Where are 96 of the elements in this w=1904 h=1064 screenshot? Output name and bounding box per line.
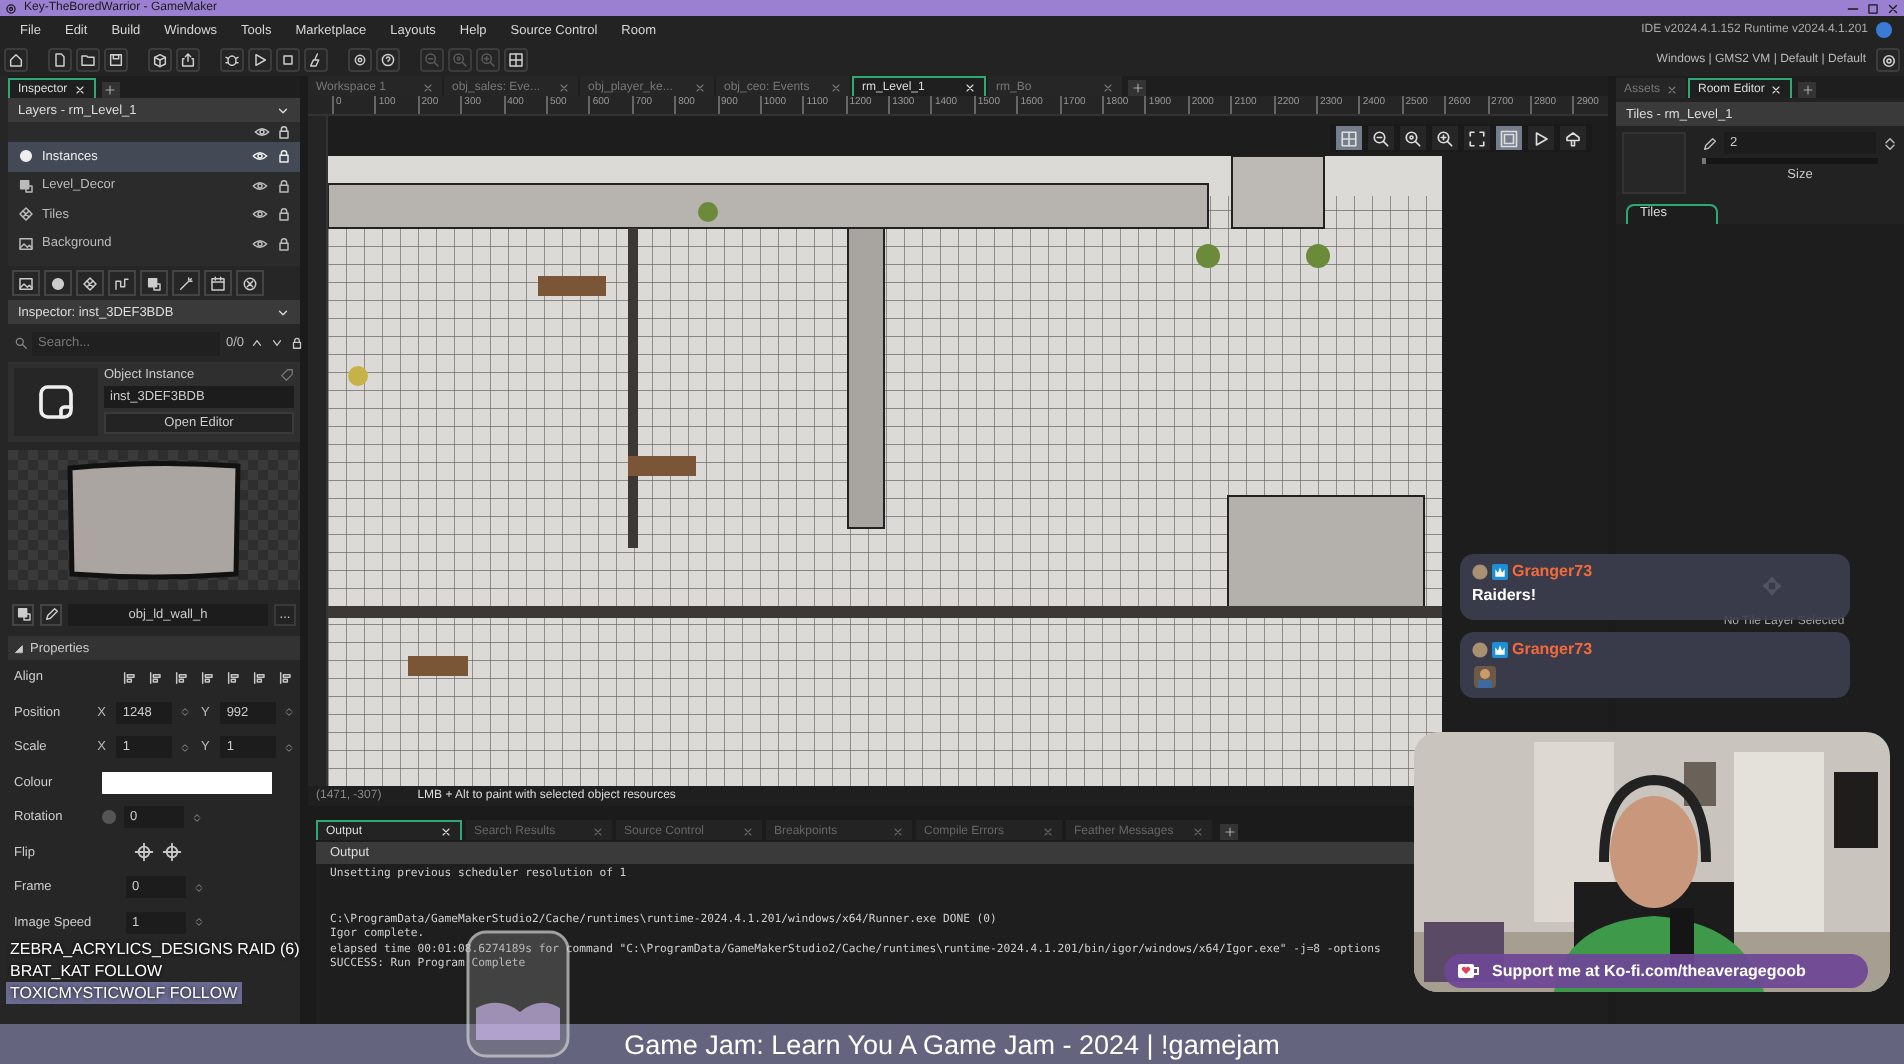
save-icon[interactable] — [108, 52, 124, 68]
up-icon[interactable] — [250, 336, 265, 350]
colour-swatch[interactable] — [102, 771, 272, 794]
open-folder-icon[interactable] — [80, 52, 96, 68]
flip-icon[interactable] — [134, 842, 154, 863]
support-banner[interactable]: Support me at Ko-fi.com/theaveragegoob — [1444, 954, 1868, 988]
fullscreen-button[interactable] — [1464, 126, 1490, 150]
path-icon[interactable] — [114, 275, 130, 291]
maximize-icon[interactable] — [1866, 1, 1880, 15]
object-icon — [36, 382, 76, 422]
down-icon[interactable] — [270, 336, 285, 350]
align-icon[interactable] — [226, 669, 242, 686]
debug-icon[interactable] — [224, 52, 240, 68]
visibility-icon[interactable] — [252, 206, 268, 223]
zoom-out-icon — [1372, 129, 1390, 147]
target-settings-icon[interactable] — [1879, 51, 1897, 69]
avatar-icon — [1472, 563, 1488, 579]
plus-icon — [1131, 82, 1143, 94]
help-icon[interactable] — [380, 52, 396, 68]
account-icon[interactable] — [1876, 22, 1892, 38]
plus-icon — [1223, 826, 1235, 838]
edit-icon[interactable] — [43, 606, 59, 622]
caret-icon — [276, 103, 290, 117]
lock-icon[interactable] — [276, 206, 292, 223]
zoom-reset-button[interactable] — [1400, 126, 1426, 150]
sphere-icon — [18, 148, 34, 165]
play-icon[interactable] — [252, 52, 268, 68]
emote-icon — [1472, 664, 1498, 690]
zoom-in-button[interactable] — [1432, 126, 1458, 150]
lock-icon[interactable] — [290, 336, 305, 350]
align-icon[interactable] — [252, 669, 268, 686]
alert-text: BRAT_KAT FOLLOW — [8, 960, 165, 982]
align-icon[interactable] — [174, 669, 190, 686]
package-icon[interactable] — [152, 52, 168, 68]
crown-icon — [1492, 641, 1508, 657]
sphere-icon[interactable] — [50, 275, 66, 291]
frame-icon — [1500, 129, 1518, 147]
chat-text: Raiders! — [1472, 586, 1539, 604]
visibility-icon[interactable] — [252, 148, 268, 165]
avatar-icon — [1472, 641, 1488, 657]
image-icon — [18, 235, 34, 252]
plus-icon — [1801, 84, 1814, 96]
add-tab-button[interactable] — [101, 82, 120, 98]
new-file-icon[interactable] — [52, 52, 68, 68]
add-tab-button[interactable] — [1128, 80, 1146, 96]
collapse-icon — [14, 643, 24, 653]
cup-icon — [1456, 962, 1480, 980]
grid-icon[interactable] — [508, 52, 524, 68]
square-icon — [18, 177, 34, 194]
align-icon[interactable] — [122, 669, 138, 686]
pencil-icon[interactable] — [1702, 135, 1718, 151]
clean-icon[interactable] — [308, 52, 324, 68]
visibility-icon[interactable] — [252, 177, 268, 194]
visibility-icon[interactable] — [254, 124, 270, 140]
play-icon — [1532, 129, 1550, 147]
chat-username: Granger73 — [1512, 640, 1593, 658]
stream-banner: Game Jam: Learn You A Game Jam - 2024 | !gamejam — [0, 1024, 1904, 1064]
image-icon[interactable] — [18, 275, 34, 291]
lock-icon[interactable] — [276, 235, 292, 252]
plus-icon — [104, 84, 117, 96]
zoom-in-icon — [1436, 129, 1454, 147]
visibility-icon[interactable] — [252, 235, 268, 252]
delete-icon[interactable] — [242, 275, 258, 291]
grid-icon — [1340, 129, 1358, 147]
crown-icon — [1492, 563, 1508, 579]
add-tab-button[interactable] — [1798, 82, 1817, 98]
lock-icon[interactable] — [276, 177, 292, 194]
fullscreen-icon — [1468, 129, 1486, 147]
tile-icon[interactable] — [82, 275, 98, 291]
play-button[interactable] — [1528, 126, 1554, 150]
tag-icon[interactable] — [280, 368, 294, 382]
calendar-icon[interactable] — [210, 275, 226, 291]
spinner-icon[interactable] — [1882, 135, 1898, 151]
lock-icon[interactable] — [276, 148, 292, 165]
alert-text: TOXICMYSTICWOLF FOLLOW — [6, 982, 242, 1004]
home-icon[interactable] — [8, 52, 24, 68]
zoom-out-button[interactable] — [1368, 126, 1394, 150]
align-icon[interactable] — [148, 669, 164, 686]
add-tab-button[interactable] — [1220, 824, 1238, 840]
lock-icon[interactable] — [276, 124, 292, 140]
stop-icon[interactable] — [280, 52, 296, 68]
square-icon[interactable] — [15, 606, 31, 622]
caret-icon — [276, 305, 290, 319]
export-icon[interactable] — [180, 52, 196, 68]
wand-icon[interactable] — [178, 275, 194, 291]
flip-icon[interactable] — [162, 842, 182, 863]
align-icon[interactable] — [278, 669, 294, 686]
alert-text: ZEBRA_ACRYLICS_DESIGNS RAID (6) — [8, 938, 302, 960]
square-icon[interactable] — [146, 275, 162, 291]
settings-icon[interactable] — [352, 52, 368, 68]
close-icon[interactable] — [1886, 1, 1900, 15]
zoom-reset-icon — [1404, 129, 1422, 147]
search-icon — [14, 336, 28, 350]
align-icon[interactable] — [200, 669, 216, 686]
tile-icon — [18, 206, 34, 223]
chat-username: Granger73 — [1512, 562, 1593, 580]
